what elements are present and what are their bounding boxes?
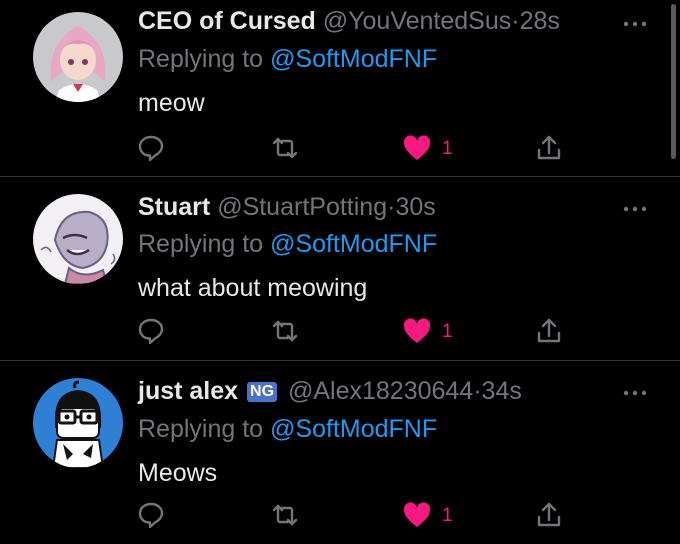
retweet-icon: [272, 320, 298, 342]
reply-icon: [138, 135, 164, 162]
separator: ·: [511, 7, 520, 35]
tweet-text: Meows: [138, 459, 218, 487]
retweet-button[interactable]: [270, 133, 300, 163]
replying-prefix: Replying to: [138, 230, 271, 258]
username[interactable]: @YouVentedSus: [323, 7, 512, 35]
reply-button[interactable]: [136, 133, 166, 163]
tweet-text: meow: [138, 89, 205, 117]
like-count: 1: [442, 138, 453, 159]
timestamp[interactable]: 34s: [482, 377, 522, 405]
display-name[interactable]: just alex: [138, 377, 238, 405]
tweet-text: what about meowing: [138, 274, 368, 302]
retweet-button[interactable]: [270, 500, 300, 530]
username[interactable]: @StuartPotting: [217, 193, 387, 221]
tweet-header: Stuart @StuartPotting·30s: [138, 192, 436, 222]
cartoon-character-avatar-icon: [33, 194, 123, 284]
share-icon: [537, 502, 561, 527]
share-button[interactable]: [534, 500, 564, 530]
replying-prefix: Replying to: [138, 415, 271, 443]
reply-icon: [138, 502, 164, 529]
more-options-icon[interactable]: [622, 19, 648, 29]
tweet-header: CEO of Cursed @YouVentedSus·28s: [138, 6, 560, 36]
glasses-character-avatar-icon: [33, 378, 123, 468]
share-icon: [537, 318, 561, 343]
avatar[interactable]: [33, 12, 123, 102]
like-count: 1: [442, 505, 453, 526]
like-button[interactable]: [402, 500, 432, 530]
more-options-icon[interactable]: [622, 204, 648, 214]
heart-icon: [403, 135, 431, 160]
separator: ·: [473, 377, 482, 405]
anime-figure-avatar-icon: [33, 12, 123, 102]
retweet-icon: [272, 137, 298, 159]
tweet-2[interactable]: Stuart @StuartPotting·30s Replying to @S…: [0, 177, 680, 360]
replying-to: Replying to @SoftModFNF: [138, 414, 437, 444]
avatar[interactable]: [33, 194, 123, 284]
avatar[interactable]: [33, 378, 123, 468]
heart-icon: [403, 318, 431, 343]
tweet-header: just alex NG @Alex18230644·34s: [138, 376, 522, 406]
like-button[interactable]: [402, 133, 432, 163]
mention-link[interactable]: @SoftModFNF: [270, 415, 437, 443]
like-button[interactable]: [402, 316, 432, 346]
more-options-icon[interactable]: [622, 388, 648, 398]
tweet-1[interactable]: CEO of Cursed @YouVentedSus·28s Replying…: [0, 0, 680, 175]
replying-prefix: Replying to: [138, 45, 271, 73]
share-button[interactable]: [534, 316, 564, 346]
timestamp[interactable]: 30s: [395, 193, 435, 221]
scrollbar[interactable]: [671, 4, 676, 159]
retweet-button[interactable]: [270, 316, 300, 346]
reply-button[interactable]: [136, 500, 166, 530]
display-name[interactable]: Stuart: [138, 193, 210, 221]
ng-badge: NG: [247, 382, 278, 402]
replying-to: Replying to @SoftModFNF: [138, 229, 437, 259]
tweet-3[interactable]: just alex NG @Alex18230644·34s Replying …: [0, 361, 680, 544]
username[interactable]: @Alex18230644: [288, 377, 473, 405]
heart-icon: [403, 502, 431, 527]
mention-link[interactable]: @SoftModFNF: [270, 230, 437, 258]
share-icon: [537, 135, 561, 160]
reply-button[interactable]: [136, 316, 166, 346]
timestamp[interactable]: 28s: [520, 7, 560, 35]
like-count: 1: [442, 321, 453, 342]
replying-to: Replying to @SoftModFNF: [138, 44, 437, 74]
retweet-icon: [272, 504, 298, 526]
share-button[interactable]: [534, 133, 564, 163]
display-name[interactable]: CEO of Cursed: [138, 7, 316, 35]
reply-icon: [138, 318, 164, 345]
mention-link[interactable]: @SoftModFNF: [270, 45, 437, 73]
